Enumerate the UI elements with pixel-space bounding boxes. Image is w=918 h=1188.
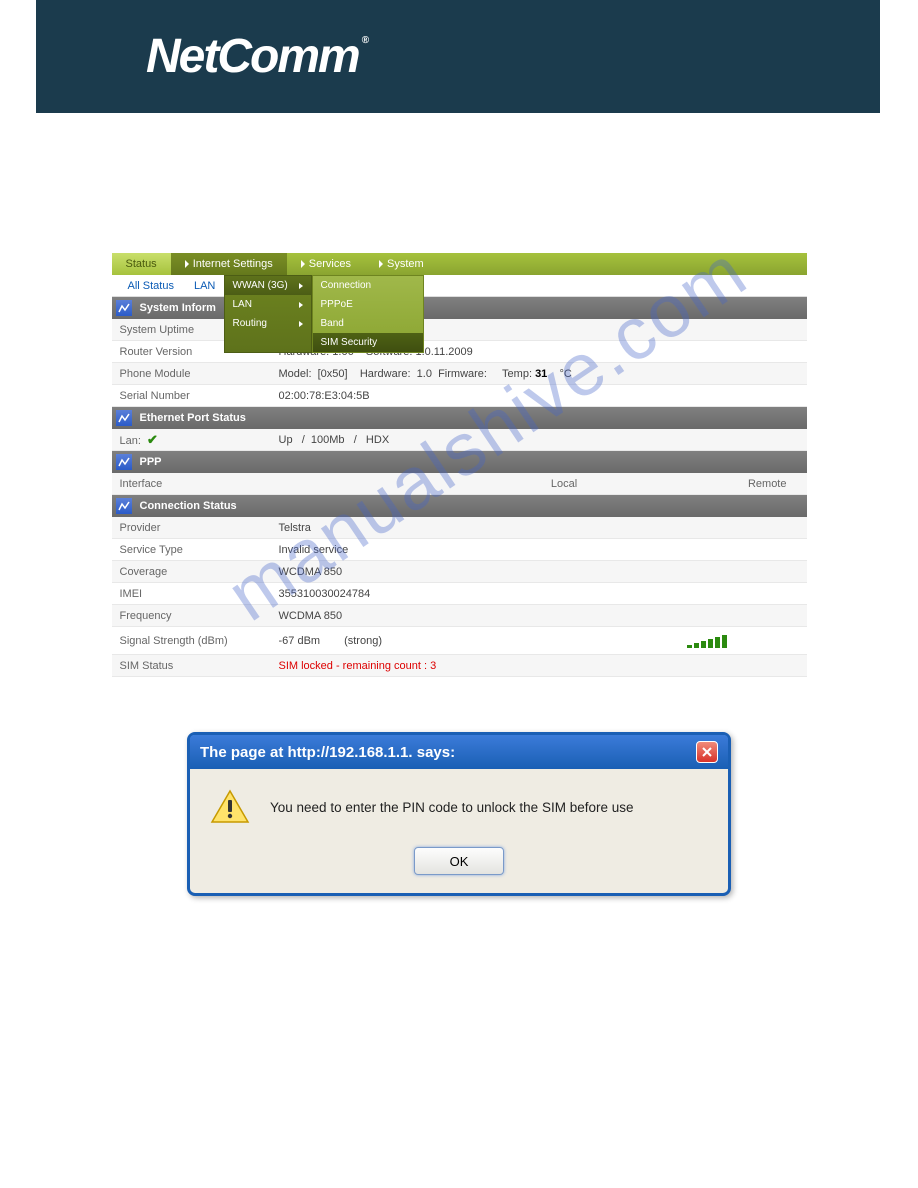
- tabstrip: Status Internet Settings Services System: [112, 253, 807, 275]
- menu-col-1: WWAN (3G) LAN Routing: [224, 275, 312, 353]
- row-signal-strength: Signal Strength (dBm) -67 dBm (strong): [112, 627, 807, 655]
- row-imei: IMEI355310030024784: [112, 583, 807, 605]
- menu-item-band[interactable]: Band: [313, 314, 423, 333]
- menu-col-2: Connection PPPoE Band SIM Security: [312, 275, 424, 353]
- section-icon: [116, 454, 132, 470]
- subtab-all-status[interactable]: All Status: [118, 275, 184, 297]
- row-system-uptime: System Uptime: [112, 319, 807, 341]
- tab-internet-settings[interactable]: Internet Settings: [171, 253, 287, 275]
- logo: NetComm: [146, 29, 367, 84]
- menu-item-wwan[interactable]: WWAN (3G): [225, 276, 311, 295]
- menu-item-sim-security[interactable]: SIM Security: [313, 333, 423, 352]
- ppp-columns: Interface Local Remote: [112, 473, 807, 495]
- ok-button[interactable]: OK: [414, 847, 504, 875]
- section-system-info: System Inform: [112, 297, 807, 319]
- warning-icon: [210, 789, 250, 825]
- row-serial-number: Serial Number02:00:78:E3:04:5B: [112, 385, 807, 407]
- close-icon: [701, 746, 713, 758]
- header-banner: NetComm: [36, 0, 880, 113]
- row-sim-status: SIM StatusSIM locked - remaining count :…: [112, 655, 807, 677]
- subtabs: All Status LAN: [112, 275, 807, 297]
- section-icon: [116, 300, 132, 316]
- menu-item-routing[interactable]: Routing: [225, 314, 311, 333]
- menu-item-pppoe[interactable]: PPPoE: [313, 295, 423, 314]
- chevron-right-icon: [299, 283, 303, 289]
- dialog-buttons: OK: [190, 839, 728, 893]
- alert-dialog: The page at http://192.168.1.1. says: Yo…: [187, 732, 731, 896]
- row-frequency: FrequencyWCDMA 850: [112, 605, 807, 627]
- dialog-titlebar: The page at http://192.168.1.1. says:: [190, 735, 728, 769]
- menu-item-connection[interactable]: Connection: [313, 276, 423, 295]
- row-lan: Lan: ✔ Up / 100Mb / HDX: [112, 429, 807, 451]
- tab-status[interactable]: Status: [112, 253, 171, 275]
- signal-bars-icon: [687, 634, 727, 648]
- section-connection-status: Connection Status: [112, 495, 807, 517]
- row-phone-module: Phone ModuleModel: [0x50] Hardware: 1.0 …: [112, 363, 807, 385]
- row-service-type: Service TypeInvalid service: [112, 539, 807, 561]
- close-button[interactable]: [696, 741, 718, 763]
- row-provider: ProviderTelstra: [112, 517, 807, 539]
- section-icon: [116, 410, 132, 426]
- chevron-right-icon: [299, 302, 303, 308]
- dropdown-menu: WWAN (3G) LAN Routing Connection PPPoE B…: [224, 275, 424, 353]
- chevron-right-icon: [299, 321, 303, 327]
- router-ui: Status Internet Settings Services System…: [112, 253, 807, 677]
- tab-system[interactable]: System: [365, 253, 438, 275]
- section-icon: [116, 498, 132, 514]
- subtab-lan[interactable]: LAN: [184, 275, 225, 297]
- check-icon: ✔: [147, 432, 158, 447]
- dialog-body: You need to enter the PIN code to unlock…: [190, 769, 728, 839]
- row-coverage: CoverageWCDMA 850: [112, 561, 807, 583]
- tab-services[interactable]: Services: [287, 253, 365, 275]
- menu-item-lan[interactable]: LAN: [225, 295, 311, 314]
- section-ethernet: Ethernet Port Status: [112, 407, 807, 429]
- row-router-version: Router VersionHardware: 1.06 Software: 1…: [112, 341, 807, 363]
- section-ppp: PPP: [112, 451, 807, 473]
